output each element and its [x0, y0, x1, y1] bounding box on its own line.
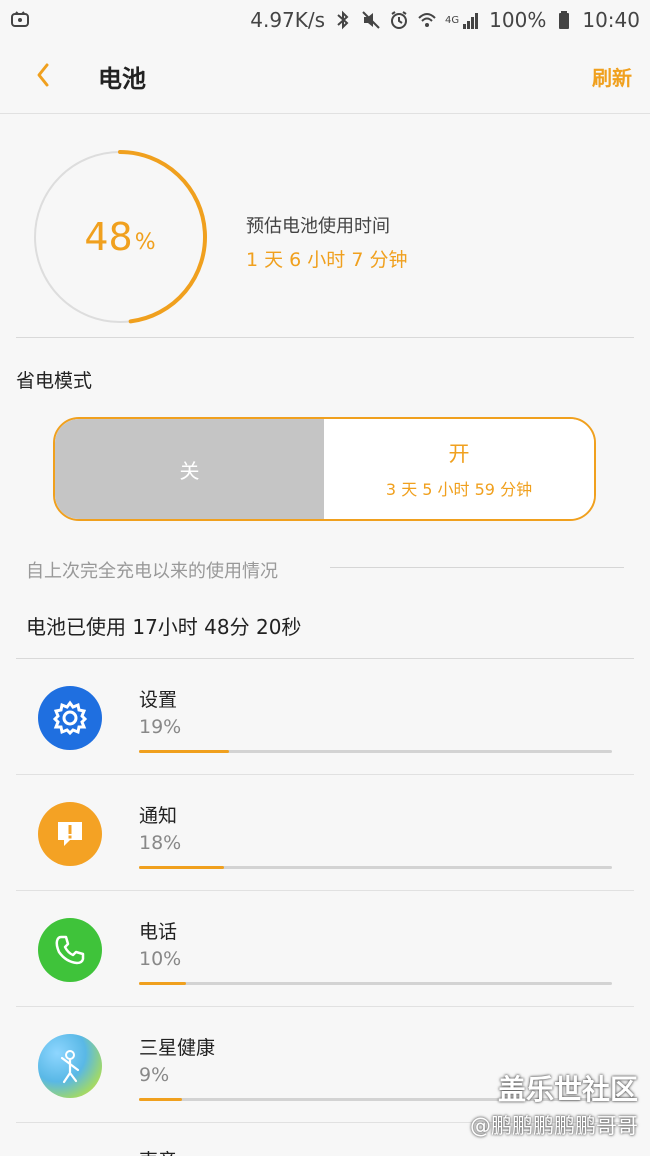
app-name: 三星健康	[139, 1037, 216, 1059]
status-time: 10:40	[582, 8, 640, 32]
signal-icon	[461, 10, 481, 30]
battery-percent-number: 48	[84, 215, 133, 259]
app-usage-bar-fill	[139, 866, 225, 869]
page-title: 电池	[98, 65, 146, 93]
usage-header: 自上次完全充电以来的使用情况 电池已使用 17小时 48分 20秒	[0, 548, 650, 658]
phone-icon	[38, 918, 102, 982]
app-item-phone[interactable]: 电话 10%	[0, 891, 650, 1007]
usage-header-line	[330, 567, 624, 568]
power-saving-on-estimate: 3 天 5 小时 59 分钟	[385, 480, 533, 499]
app-name: 通知	[139, 805, 178, 827]
battery-card: 48 % 预估电池使用时间 1 天 6 小时 7 分钟	[0, 114, 650, 337]
watermark-sub: @鹏鹏鹏鹏鹏哥哥	[470, 1114, 638, 1138]
refresh-button[interactable]: 刷新	[592, 62, 632, 91]
battery-estimate-label: 预估电池使用时间	[246, 216, 390, 237]
power-saving-section: 省电模式 关 开 3 天 5 小时 59 分钟	[0, 338, 650, 548]
power-saving-title: 省电模式	[16, 370, 93, 392]
app-name: 电话	[139, 921, 178, 943]
battery-used-total: 电池已使用 17小时 48分 20秒	[26, 615, 302, 639]
app-usage-bar-track	[139, 866, 612, 869]
battery-estimate-value: 1 天 6 小时 7 分钟	[246, 249, 408, 271]
app-item-notifications[interactable]: 通知 18%	[0, 775, 650, 891]
battery-estimate: 预估电池使用时间 1 天 6 小时 7 分钟	[246, 212, 407, 272]
app-percent: 19%	[139, 716, 182, 738]
usage-section-title: 自上次完全充电以来的使用情况	[26, 557, 288, 583]
app-percent: 18%	[139, 832, 182, 854]
gear-icon	[38, 686, 102, 750]
tv-icon	[10, 10, 30, 30]
status-bar: 4.97K/s 4G 100% 10:40	[0, 0, 650, 40]
status-right: 4.97K/s 4G 100% 10:40	[250, 8, 640, 32]
back-button[interactable]	[16, 50, 70, 104]
app-item-partial[interactable]: 声音	[139, 1146, 177, 1156]
app-name: 设置	[139, 689, 178, 711]
net-speed: 4.97K/s	[250, 8, 326, 32]
app-item-settings[interactable]: 设置 19%	[0, 659, 650, 775]
battery-percent: 48 %	[30, 147, 210, 327]
app-usage-bar-fill	[139, 982, 187, 985]
power-saving-toggle: 关 开 3 天 5 小时 59 分钟	[53, 417, 596, 521]
power-saving-off-button[interactable]: 关	[55, 419, 324, 519]
chevron-left-icon	[31, 61, 55, 93]
power-saving-off-label: 关	[179, 458, 200, 483]
bluetooth-icon	[333, 10, 353, 30]
battery-percent-status: 100%	[489, 8, 547, 32]
app-usage-bar-fill	[139, 1098, 182, 1101]
power-saving-on-label: 开	[448, 442, 470, 466]
watermark-main: 盖乐世社区	[497, 1073, 638, 1106]
battery-percent-sign: %	[134, 229, 156, 255]
header: 电池 刷新	[0, 40, 650, 114]
app-usage-bar-fill	[139, 750, 229, 753]
wifi-icon	[417, 10, 437, 30]
app-usage-bar-track	[139, 982, 612, 985]
battery-full-icon	[554, 10, 574, 30]
alarm-icon	[389, 10, 409, 30]
app-percent: 10%	[139, 948, 182, 970]
network-label: 4G	[445, 14, 460, 26]
health-icon	[38, 1034, 102, 1098]
app-percent: 9%	[139, 1064, 170, 1086]
notification-icon	[38, 802, 102, 866]
app-usage-bar-track	[139, 750, 612, 753]
power-saving-on-button[interactable]: 开 3 天 5 小时 59 分钟	[324, 419, 594, 519]
status-left	[10, 10, 30, 30]
mute-icon	[361, 10, 381, 30]
